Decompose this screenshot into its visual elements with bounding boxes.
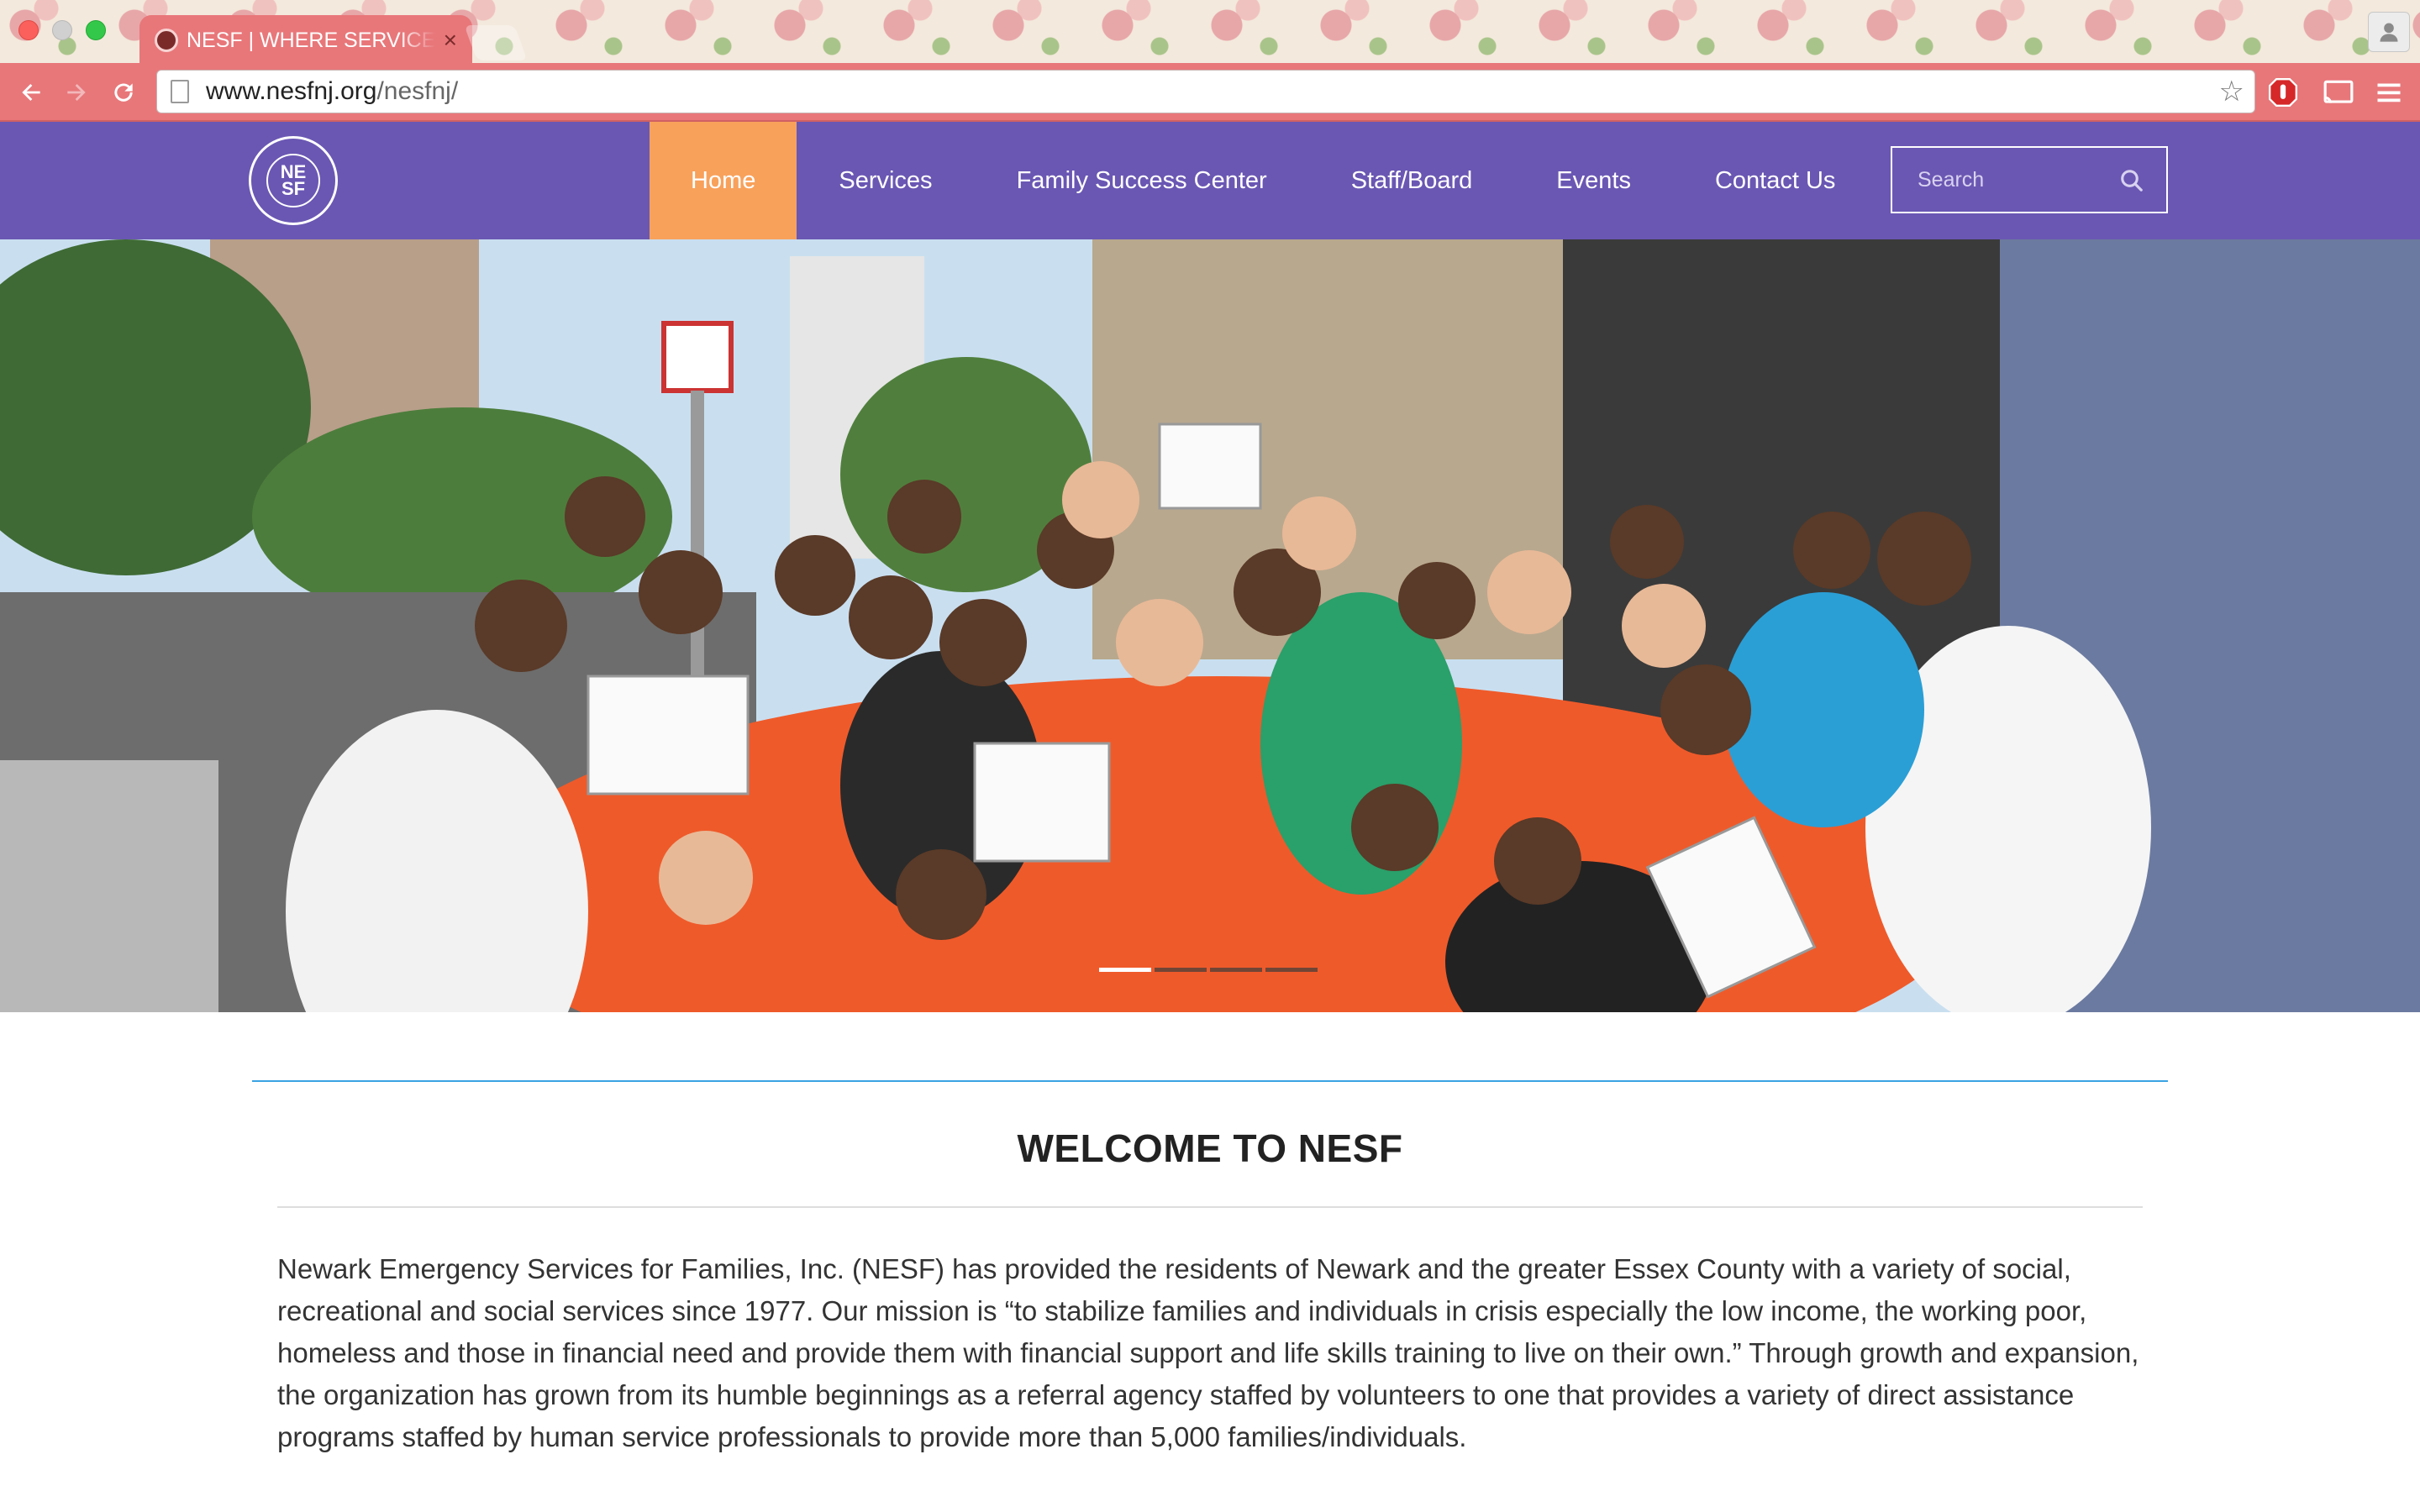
carousel-dot[interactable] — [1265, 968, 1318, 972]
browser-toolbar: www.nesfnj.org/nesfnj/ ☆ — [0, 63, 2420, 122]
logo-text-line2: SF — [281, 178, 306, 199]
address-bar[interactable]: www.nesfnj.org/nesfnj/ ☆ — [156, 70, 2255, 113]
adblock-extension-button[interactable] — [2265, 75, 2301, 110]
close-window-button[interactable] — [18, 20, 39, 40]
bookmark-star-icon[interactable]: ☆ — [2219, 77, 2244, 106]
maximize-window-button[interactable] — [86, 20, 106, 40]
cast-icon — [2323, 80, 2354, 103]
site-header: NE SF Home Services Family Success Cente… — [0, 122, 2420, 239]
url-text: www.nesfnj.org/nesfnj/ — [206, 77, 458, 106]
heading-divider — [277, 1206, 2143, 1208]
search-input[interactable] — [1918, 167, 2111, 192]
site-search — [1891, 146, 2168, 213]
reload-icon — [114, 83, 133, 102]
carousel-dot[interactable] — [1210, 968, 1262, 972]
browser-title-bar: NESF | WHERE SERVICE & × — [0, 0, 2420, 66]
section-divider — [252, 1080, 2168, 1082]
nesf-logo[interactable]: NE SF — [249, 136, 338, 225]
nav-family-success-center[interactable]: Family Success Center — [975, 122, 1309, 239]
url-host: www.nesfnj.org — [206, 77, 377, 105]
new-tab-button[interactable] — [464, 25, 528, 60]
logo-mark: NE SF — [266, 154, 320, 207]
nav-events[interactable]: Events — [1514, 122, 1673, 239]
nav-services[interactable]: Services — [797, 122, 974, 239]
forward-button[interactable] — [59, 75, 94, 110]
forward-arrow-icon — [67, 84, 86, 101]
search-icon[interactable] — [2119, 168, 2144, 193]
profile-icon — [2380, 23, 2398, 42]
profile-button[interactable] — [2368, 12, 2410, 52]
intro-paragraph: Newark Emergency Services for Families, … — [277, 1253, 2139, 1452]
carousel-dot[interactable] — [1099, 968, 1151, 972]
page-icon — [171, 80, 189, 103]
nav-home[interactable]: Home — [650, 122, 797, 239]
stop-hand-icon — [2268, 77, 2298, 108]
nav-contact-us[interactable]: Contact Us — [1673, 122, 1877, 239]
main-navigation: Home Services Family Success Center Staf… — [650, 122, 1877, 239]
browser-tab[interactable]: NESF | WHERE SERVICE & × — [139, 15, 472, 66]
back-button[interactable] — [13, 75, 49, 110]
back-arrow-icon — [22, 84, 40, 101]
tab-title: NESF | WHERE SERVICE & — [187, 28, 435, 52]
hamburger-menu-icon — [2377, 83, 2401, 102]
hero-carousel[interactable] — [0, 239, 2420, 1012]
favicon-icon — [155, 29, 178, 52]
nav-staff-board[interactable]: Staff/Board — [1309, 122, 1515, 239]
reload-button[interactable] — [106, 75, 141, 110]
hero-group-photo — [0, 239, 2420, 1012]
carousel-indicators — [1099, 968, 1318, 972]
welcome-heading: WELCOME TO NESF — [1017, 1126, 1403, 1170]
menu-button[interactable] — [2371, 75, 2407, 110]
minimize-window-button[interactable] — [52, 20, 72, 40]
tab-close-icon[interactable]: × — [444, 27, 457, 54]
cast-button[interactable] — [2321, 75, 2356, 110]
carousel-dot[interactable] — [1155, 968, 1207, 972]
url-path: /nesfnj/ — [376, 77, 459, 105]
